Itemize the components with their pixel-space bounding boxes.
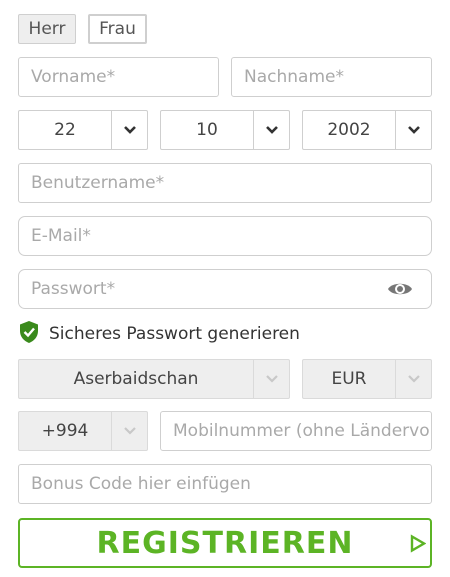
chevron-down-icon[interactable]	[111, 111, 147, 149]
currency-value: EUR	[331, 369, 367, 389]
country-value: Aserbaidschan	[73, 369, 199, 389]
birth-year-select[interactable]: 2002	[302, 110, 432, 150]
currency-select[interactable]: EUR	[302, 359, 432, 399]
password-input[interactable]: Passwort*	[18, 269, 432, 309]
gender-frau-button[interactable]: Frau	[88, 14, 147, 44]
birth-year-value: 2002	[327, 120, 371, 140]
birth-day-select[interactable]: 22	[18, 110, 148, 150]
chevron-down-icon	[253, 360, 289, 398]
birth-day-value: 22	[54, 120, 76, 140]
country-select[interactable]: Aserbaidschan	[18, 359, 290, 399]
register-label: REGISTRIEREN	[96, 525, 354, 561]
username-input[interactable]: Benutzername*	[18, 163, 432, 203]
gender-herr-button[interactable]: Herr	[18, 14, 76, 44]
phone-code-value: +994	[41, 421, 89, 441]
chevron-down-icon	[395, 360, 431, 398]
eye-icon[interactable]	[386, 280, 414, 298]
last-name-input[interactable]: Nachname*	[231, 57, 432, 97]
play-arrow-icon	[410, 526, 427, 561]
first-name-input[interactable]: Vorname*	[18, 57, 219, 97]
generate-password-label: Sicheres Passwort generieren	[49, 324, 300, 344]
mobile-number-input[interactable]: Mobilnummer (ohne Ländervorwahl)	[160, 411, 432, 451]
birth-month-value: 10	[196, 120, 218, 140]
email-input[interactable]: E-Mail*	[18, 216, 432, 256]
bonus-code-input[interactable]: Bonus Code hier einfügen	[18, 464, 432, 504]
chevron-down-icon[interactable]	[395, 111, 431, 149]
chevron-down-icon	[111, 412, 147, 450]
generate-password-link[interactable]: Sicheres Passwort generieren	[19, 320, 300, 349]
register-button[interactable]: REGISTRIEREN	[18, 518, 432, 568]
password-placeholder: Passwort*	[31, 279, 116, 299]
shield-check-icon	[19, 320, 39, 349]
chevron-down-icon[interactable]	[253, 111, 289, 149]
phone-code-select[interactable]: +994	[18, 411, 148, 451]
birth-month-select[interactable]: 10	[160, 110, 290, 150]
